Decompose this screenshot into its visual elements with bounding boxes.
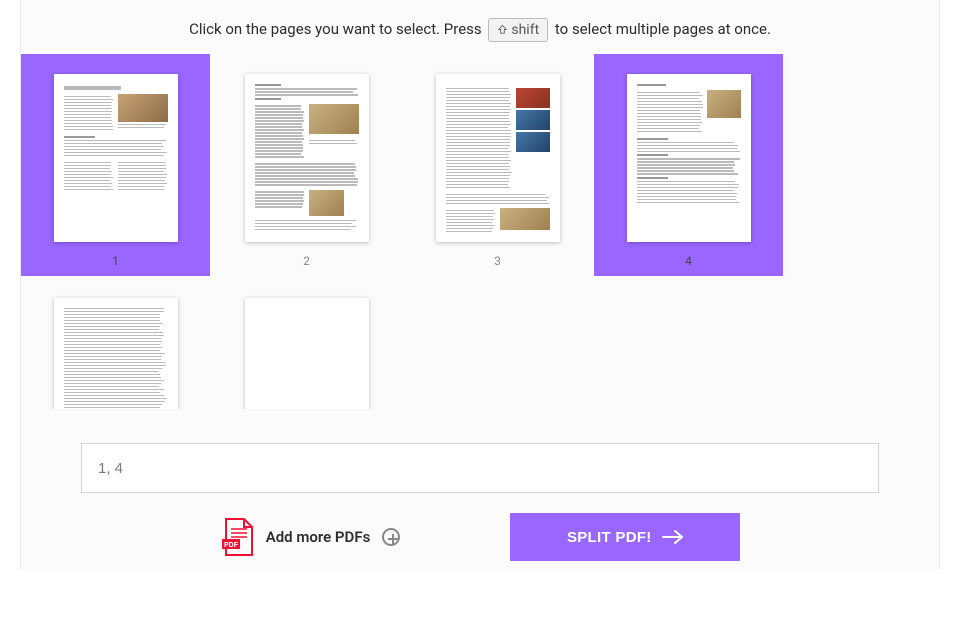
page-preview bbox=[245, 298, 369, 409]
instructions-text: Click on the pages you want to select. P… bbox=[21, 0, 939, 54]
shift-key-indicator: shift bbox=[488, 18, 548, 42]
split-pdf-button[interactable]: SPLIT PDF! bbox=[510, 513, 740, 561]
page-thumbnail-5[interactable]: 5 bbox=[21, 278, 210, 409]
page-range-input[interactable] bbox=[81, 443, 879, 493]
action-row: PDF Add more PDFs SPLIT PDF! bbox=[21, 513, 939, 561]
page-number-label: 1 bbox=[21, 242, 210, 276]
shift-arrow-icon bbox=[497, 24, 508, 35]
page-number-label: 3 bbox=[403, 242, 592, 276]
arrow-right-icon bbox=[662, 530, 684, 544]
page-preview bbox=[54, 298, 178, 409]
pdf-file-icon: PDF bbox=[220, 517, 254, 557]
page-thumbnail-3[interactable]: 3 bbox=[403, 54, 592, 276]
page-number-label: 4 bbox=[594, 242, 783, 276]
page-thumbnail-2[interactable]: 2 bbox=[212, 54, 401, 276]
shift-key-label: shift bbox=[511, 22, 539, 38]
add-more-label: Add more PDFs bbox=[266, 528, 371, 546]
page-preview bbox=[436, 74, 560, 242]
page-grid: 1234 56 bbox=[21, 54, 939, 409]
page-preview bbox=[245, 74, 369, 242]
page-thumbnail-6[interactable]: 6 bbox=[212, 278, 401, 409]
split-button-label: SPLIT PDF! bbox=[567, 529, 652, 546]
instructions-before: Click on the pages you want to select. P… bbox=[189, 20, 482, 38]
page-thumbnail-4[interactable]: 4 bbox=[594, 54, 783, 276]
page-number-label: 2 bbox=[212, 242, 401, 276]
add-more-pdfs-button[interactable]: PDF Add more PDFs bbox=[220, 517, 401, 557]
page-preview bbox=[627, 74, 751, 242]
page-preview bbox=[54, 74, 178, 242]
instructions-after: to select multiple pages at once. bbox=[555, 20, 771, 38]
plus-circle-icon bbox=[382, 528, 400, 546]
pdf-split-panel: Click on the pages you want to select. P… bbox=[20, 0, 940, 569]
page-thumbnail-1[interactable]: 1 bbox=[21, 54, 210, 276]
svg-text:PDF: PDF bbox=[224, 542, 239, 549]
